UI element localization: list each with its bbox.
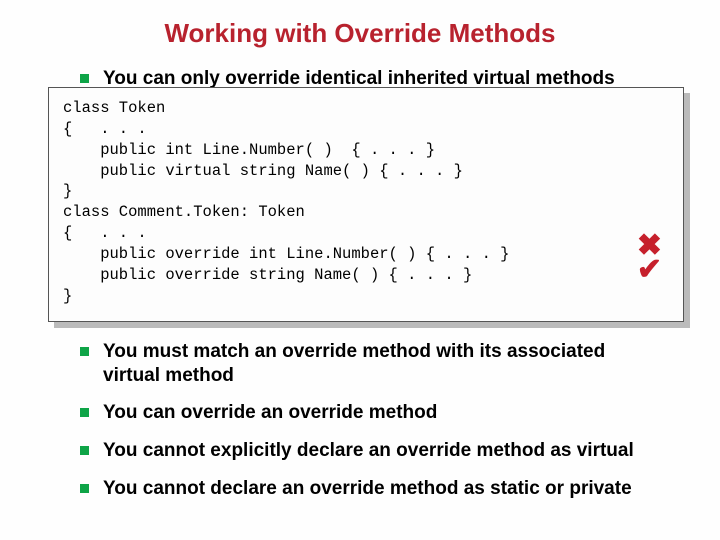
bullet-item: You must match an override method with i… bbox=[80, 340, 664, 388]
bullet-text: You can override an override method bbox=[103, 401, 437, 425]
bullet-icon bbox=[80, 408, 89, 417]
bullet-icon bbox=[80, 446, 89, 455]
bullet-item: You cannot explicitly declare an overrid… bbox=[80, 439, 664, 463]
bullet-item: You can override an override method bbox=[80, 401, 664, 425]
page-title: Working with Override Methods bbox=[0, 0, 720, 63]
bullet-item: You cannot declare an override method as… bbox=[80, 477, 664, 501]
bullet-icon bbox=[80, 74, 89, 83]
code-block: class Token { . . . public int Line.Numb… bbox=[48, 87, 684, 322]
bullet-icon bbox=[80, 484, 89, 493]
code-block-wrap: class Token { . . . public int Line.Numb… bbox=[48, 87, 684, 322]
bullet-text: You cannot declare an override method as… bbox=[103, 477, 632, 501]
content-area: You can only override identical inherite… bbox=[0, 67, 720, 501]
bullet-list-lower: You must match an override method with i… bbox=[48, 340, 684, 501]
bullet-text: You cannot explicitly declare an overrid… bbox=[103, 439, 634, 463]
bullet-text: You must match an override method with i… bbox=[103, 340, 664, 388]
check-icon: ✔ bbox=[637, 255, 662, 285]
bullet-icon bbox=[80, 347, 89, 356]
code-marks: ✖ ✔ bbox=[637, 231, 662, 285]
